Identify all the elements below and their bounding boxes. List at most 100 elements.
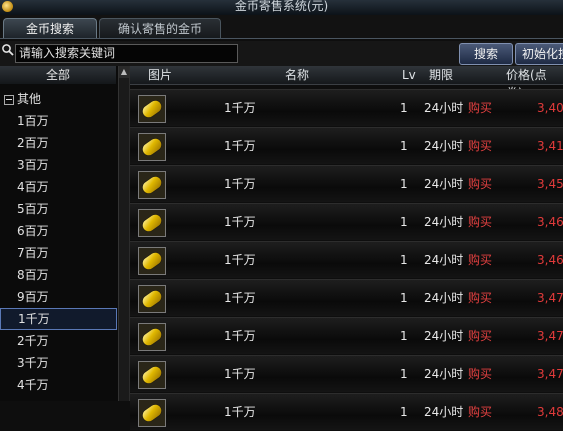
gold-coin-icon [140,364,164,386]
item-term: 24小时 [424,253,464,267]
item-level: 1 [400,253,408,267]
column-image[interactable]: 图片 [148,66,172,84]
scroll-up-icon[interactable]: ▲ [119,66,129,78]
category-other[interactable]: 其他 [0,88,117,110]
search-bar: 请输入搜索关键词 搜索 初始化搜 [0,41,563,66]
item-name: 1千万 [224,215,256,229]
category-item[interactable]: 2百万 [0,132,117,154]
item-term: 24小时 [424,215,464,229]
buy-button[interactable]: 购买 [468,242,492,278]
item-name: 1千万 [224,253,256,267]
category-item[interactable]: 3千万 [0,352,117,374]
category-item-selected[interactable]: 1千万 [0,308,117,330]
buy-button[interactable]: 购买 [468,280,492,316]
item-level: 1 [400,177,408,191]
tab-confirmed-consignment[interactable]: 确认寄售的金币 [99,18,221,39]
table-row[interactable]: 1千万 1 24小时 购买 3,460 [130,203,563,240]
gold-coin-icon [140,288,164,310]
tab-bar: 金币搜索 确认寄售的金币 [0,15,563,39]
column-price[interactable]: 价格(点券) [506,66,563,100]
item-name: 1千万 [224,329,256,343]
item-slot[interactable] [138,171,166,199]
item-term: 24小时 [424,291,464,305]
gold-coin-icon [140,98,164,120]
item-name: 1千万 [224,291,256,305]
item-name: 1千万 [224,405,256,419]
buy-button[interactable]: 购买 [468,356,492,392]
item-price: 3,465 [537,253,563,267]
item-level: 1 [400,215,408,229]
reset-search-button[interactable]: 初始化搜 [515,43,563,65]
category-item[interactable]: 8百万 [0,264,117,286]
item-term: 24小时 [424,367,464,381]
item-price: 3,478 [537,367,563,381]
table-row[interactable]: 1千万 1 24小时 购买 3,465 [130,241,563,278]
tab-divider [0,38,563,39]
category-item[interactable]: 3百万 [0,154,117,176]
item-slot[interactable] [138,95,166,123]
window-title: 金币寄售系统(元) [234,0,329,13]
gold-coin-icon [140,402,164,424]
search-input[interactable]: 请输入搜索关键词 [15,44,238,63]
category-item[interactable]: 1百万 [0,110,117,132]
item-slot[interactable] [138,361,166,389]
item-level: 1 [400,367,408,381]
table-row[interactable]: 1千万 1 24小时 购买 3,450 [130,165,563,202]
table-row[interactable]: 1千万 1 24小时 购买 3,476 [130,317,563,354]
category-item[interactable]: 7百万 [0,242,117,264]
category-item[interactable]: 4百万 [0,176,117,198]
table-row[interactable]: 1千万 1 24小时 购买 3,400 [130,89,563,126]
column-term[interactable]: 期限 [429,66,453,84]
table-row[interactable]: 1千万 1 24小时 购买 3,410 [130,127,563,164]
column-lv[interactable]: Lv [402,66,416,84]
category-item[interactable]: 2千万 [0,330,117,352]
item-slot[interactable] [138,399,166,427]
item-name: 1千万 [224,177,256,191]
buy-button[interactable]: 购买 [468,394,492,430]
category-item[interactable]: 9百万 [0,286,117,308]
gold-coin-icon [140,250,164,272]
category-label: 其他 [17,92,42,106]
item-name: 1千万 [224,367,256,381]
category-item[interactable]: 4千万 [0,374,117,396]
table-row[interactable]: 1千万 1 24小时 购买 3,478 [130,355,563,392]
item-price: 3,450 [537,177,563,191]
column-name[interactable]: 名称 [285,66,309,84]
search-icon [1,43,15,57]
sidebar-header[interactable]: 全部 [0,66,116,84]
item-term: 24小时 [424,329,464,343]
item-price: 3,410 [537,139,563,153]
item-term: 24小时 [424,139,464,153]
item-level: 1 [400,405,408,419]
category-sidebar: 全部 ▲ 其他 1百万 2百万 3百万 4百万 5百万 6百万 7百万 8百万 … [0,66,130,401]
search-button[interactable]: 搜索 [459,43,513,65]
item-term: 24小时 [424,177,464,191]
item-slot[interactable] [138,285,166,313]
table-row[interactable]: 1千万 1 24小时 购买 3,480 [130,393,563,430]
table-header: 图片 名称 Lv 期限 价格(点券) [130,66,563,100]
item-slot[interactable] [138,209,166,237]
buy-button[interactable]: 购买 [468,128,492,164]
item-slot[interactable] [138,247,166,275]
listing-table: 图片 名称 Lv 期限 价格(点券) 1千万 1 24小时 购买 3,400 1… [130,66,563,430]
item-name: 1千万 [224,101,256,115]
buy-button[interactable]: 购买 [468,204,492,240]
item-price: 3,400 [537,101,563,115]
buy-button[interactable]: 购买 [468,318,492,354]
category-item[interactable]: 5百万 [0,198,117,220]
item-price: 3,460 [537,215,563,229]
collapse-icon[interactable] [4,94,14,105]
gold-coin-icon [140,326,164,348]
tab-gold-search[interactable]: 金币搜索 [3,18,97,39]
buy-button[interactable]: 购买 [468,166,492,202]
category-item[interactable]: 6百万 [0,220,117,242]
sidebar-scrollbar[interactable]: ▲ [118,66,129,401]
item-price: 3,475 [537,291,563,305]
category-list: 其他 1百万 2百万 3百万 4百万 5百万 6百万 7百万 8百万 9百万 1… [0,88,117,396]
buy-button[interactable]: 购买 [468,90,492,126]
item-price: 3,476 [537,329,563,343]
item-slot[interactable] [138,133,166,161]
item-term: 24小时 [424,405,464,419]
table-row[interactable]: 1千万 1 24小时 购买 3,475 [130,279,563,316]
item-slot[interactable] [138,323,166,351]
